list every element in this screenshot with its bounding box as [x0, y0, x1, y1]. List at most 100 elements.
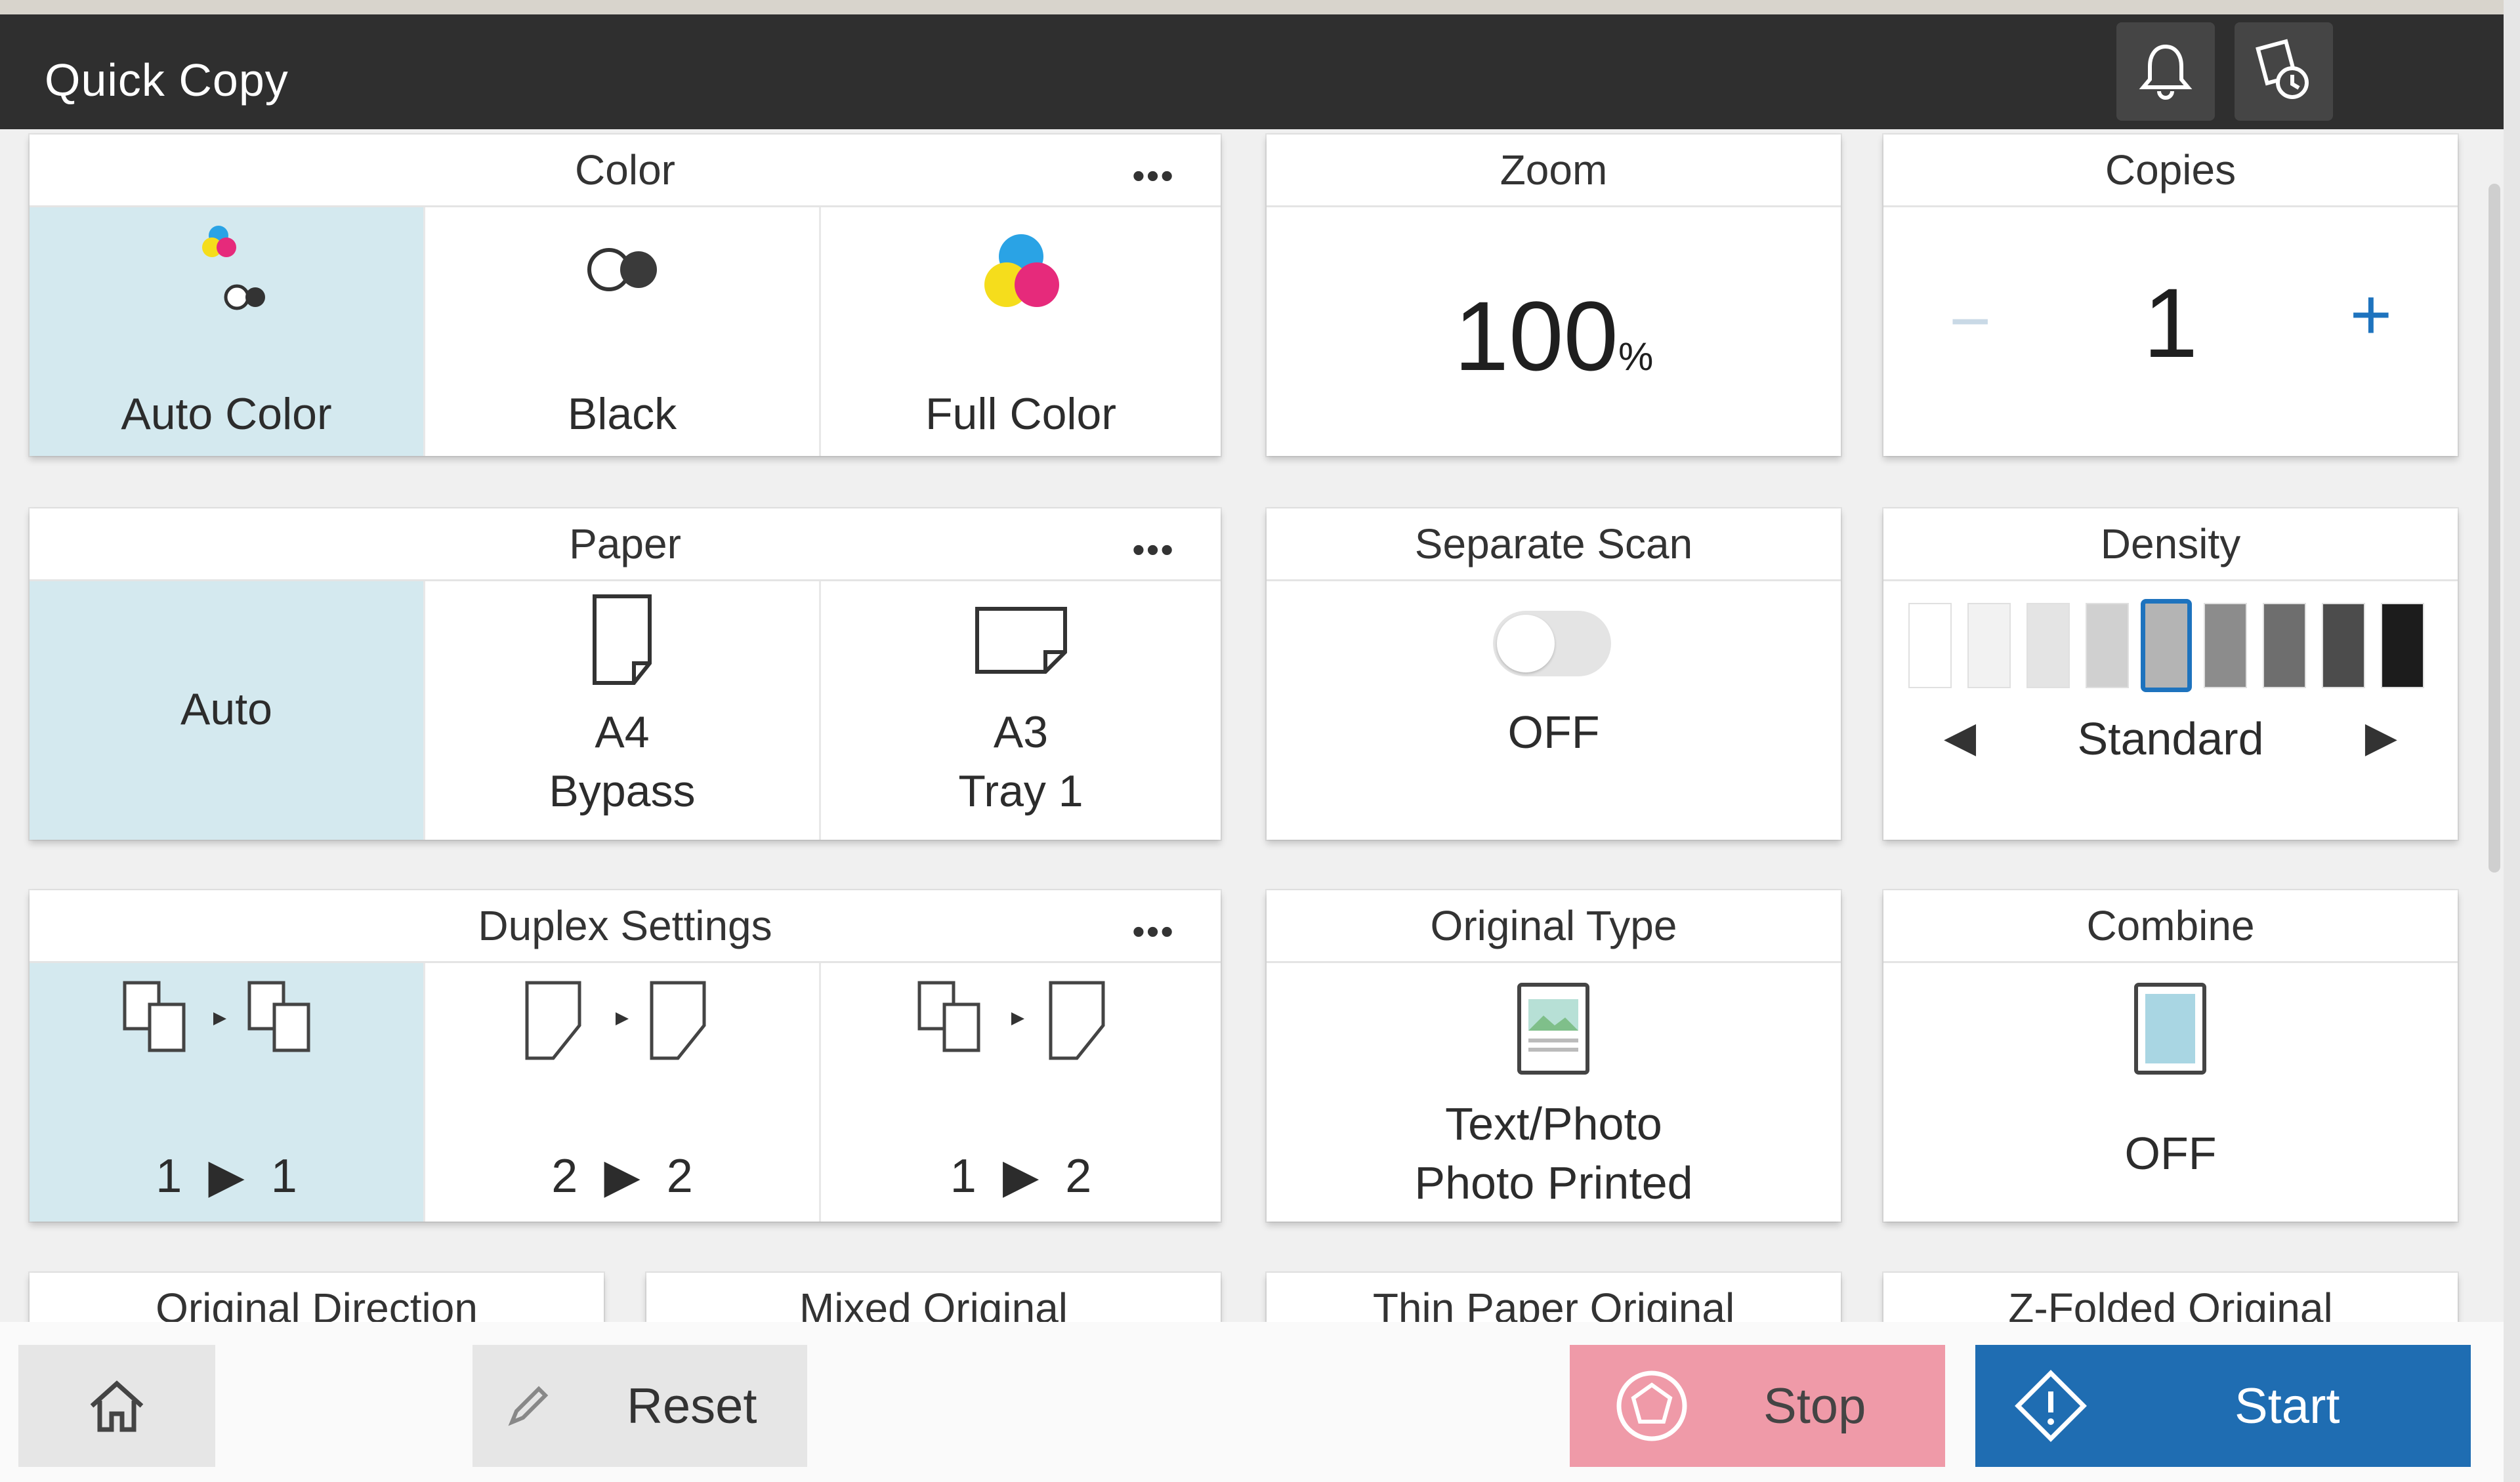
paper-tray-label: Tray 1 — [958, 766, 1083, 816]
paper-option-a4-bypass[interactable]: A4 Bypass — [425, 581, 821, 840]
duplex-to-duplex-icon — [525, 981, 706, 1060]
duplex-mode-label: 1 ▶ 2 — [821, 1147, 1221, 1206]
duplex-from: 1 — [950, 1150, 976, 1203]
reset-button[interactable]: Reset — [472, 1345, 807, 1467]
paper-title: Paper — [569, 520, 681, 567]
title-bar: Quick Copy — [0, 14, 2504, 129]
separate-scan-body: OFF — [1267, 581, 1841, 840]
separate-scan-title: Separate Scan — [1414, 520, 1693, 567]
zoom-body: 100% — [1267, 207, 1841, 456]
separate-scan-header: Separate Scan — [1267, 508, 1841, 581]
copies-title: Copies — [2105, 146, 2236, 194]
stop-icon — [1616, 1370, 1687, 1441]
start-label: Start — [2235, 1378, 2340, 1434]
job-status-button[interactable] — [2235, 22, 2333, 121]
duplex-to: 2 — [1065, 1150, 1092, 1203]
separate-scan-toggle[interactable] — [1493, 611, 1611, 676]
home-icon — [90, 1380, 144, 1432]
density-increase-button[interactable]: ▶ — [2365, 712, 2397, 762]
color-option-black[interactable]: Black — [425, 207, 821, 456]
zoom-panel[interactable]: Zoom 100% — [1267, 134, 1841, 456]
simplex-to-simplex-icon — [123, 981, 310, 1052]
density-level-swatch[interactable] — [2086, 603, 2129, 688]
density-level-swatch[interactable] — [2263, 603, 2306, 688]
reset-label: Reset — [627, 1378, 757, 1434]
combine-header: Combine — [1883, 890, 2458, 963]
start-button[interactable]: Start — [1975, 1345, 2471, 1467]
paper-option-auto[interactable]: Auto — [30, 581, 425, 840]
density-title: Density — [2100, 520, 2241, 567]
copies-body: − 1 + — [1883, 207, 2458, 456]
combine-state: OFF — [2124, 1128, 2217, 1179]
copies-plus-button[interactable]: + — [2350, 273, 2392, 356]
paper-panel: Paper ••• Auto A4 Bypass A3 Tray 1 — [30, 508, 1221, 840]
density-level-swatch[interactable] — [1967, 603, 2011, 688]
stop-button[interactable]: Stop — [1570, 1345, 1945, 1467]
page-title: Quick Copy — [45, 54, 289, 106]
duplex-from: 1 — [156, 1150, 182, 1203]
duplex-to: 1 — [270, 1150, 297, 1203]
combine-page-icon — [2134, 983, 2206, 1075]
zoom-value: 100 — [1454, 281, 1618, 391]
density-level-swatch[interactable] — [2381, 603, 2424, 688]
original-type-value: Text/Photo — [1445, 1098, 1662, 1149]
duplex-panel: Duplex Settings ••• 1 ▶ 1 2 ▶ 2 1 ▶ 2 — [30, 890, 1221, 1222]
density-level-swatch[interactable] — [1908, 603, 1952, 688]
separate-scan-panel[interactable]: Separate Scan OFF — [1267, 508, 1841, 840]
duplex-option-1-2[interactable]: 1 ▶ 2 — [821, 963, 1221, 1222]
duplex-header: Duplex Settings — [30, 890, 1221, 963]
original-type-header: Original Type — [1267, 890, 1841, 963]
paper-header: Paper — [30, 508, 1221, 581]
zoom-title: Zoom — [1500, 146, 1608, 194]
original-type-subvalue: Photo Printed — [1414, 1157, 1693, 1208]
start-icon — [2015, 1370, 2087, 1442]
color-header: Color — [30, 134, 1221, 207]
density-level-swatch[interactable] — [2322, 603, 2365, 688]
home-button[interactable] — [18, 1345, 215, 1467]
paper-option-label: Auto — [180, 684, 272, 734]
color-option-label: Black — [567, 389, 677, 439]
color-option-auto[interactable]: Auto Color — [30, 207, 425, 456]
duplex-mode-label: 2 ▶ 2 — [425, 1147, 819, 1206]
duplex-option-2-2[interactable]: 2 ▶ 2 — [425, 963, 821, 1222]
notification-button[interactable] — [2116, 22, 2215, 121]
color-more-button[interactable]: ••• — [1132, 154, 1175, 197]
combine-panel[interactable]: Combine OFF — [1883, 890, 2458, 1222]
duplex-mode-label: 1 ▶ 1 — [30, 1147, 423, 1206]
auto-color-icon — [202, 226, 265, 310]
paper-size-label: A4 — [595, 707, 650, 757]
copies-header: Copies — [1883, 134, 2458, 207]
top-strip — [0, 0, 2520, 14]
scrollbar[interactable] — [2488, 184, 2500, 873]
density-scale[interactable] — [1908, 599, 2433, 692]
right-edge — [2504, 0, 2520, 1482]
zoom-unit: % — [1618, 335, 1654, 379]
pencil-icon — [508, 1386, 549, 1426]
duplex-option-1-1[interactable]: 1 ▶ 1 — [30, 963, 425, 1222]
paper-option-a3-tray1[interactable]: A3 Tray 1 — [821, 581, 1221, 840]
original-type-panel[interactable]: Original Type Text/Photo Photo Printed — [1267, 890, 1841, 1222]
combine-title: Combine — [2086, 902, 2255, 949]
duplex-arrow: ▶ — [604, 1150, 640, 1203]
density-body: ◀ Standard ▶ — [1883, 581, 2458, 840]
color-title: Color — [575, 146, 675, 194]
color-option-full[interactable]: Full Color — [821, 207, 1221, 456]
density-level-swatch[interactable] — [2141, 599, 2192, 692]
paper-size-label: A3 — [993, 707, 1049, 757]
stop-label: Stop — [1763, 1378, 1866, 1434]
bell-icon — [2139, 44, 2193, 100]
duplex-more-button[interactable]: ••• — [1132, 910, 1175, 953]
black-icon — [587, 248, 657, 291]
text-photo-icon — [1517, 983, 1589, 1075]
density-level-swatch[interactable] — [2026, 603, 2070, 688]
density-panel: Density ◀ Standard ▶ — [1883, 508, 2458, 840]
duplex-from: 2 — [551, 1150, 578, 1203]
duplex-arrow: ▶ — [208, 1150, 245, 1203]
combine-body: OFF — [1883, 963, 2458, 1222]
zoom-value-display: 100% — [1267, 279, 1841, 393]
job-history-icon — [2256, 39, 2309, 99]
paper-more-button[interactable]: ••• — [1132, 528, 1175, 571]
full-color-icon — [984, 234, 1059, 307]
density-header: Density — [1883, 508, 2458, 581]
density-level-swatch[interactable] — [2204, 603, 2247, 688]
